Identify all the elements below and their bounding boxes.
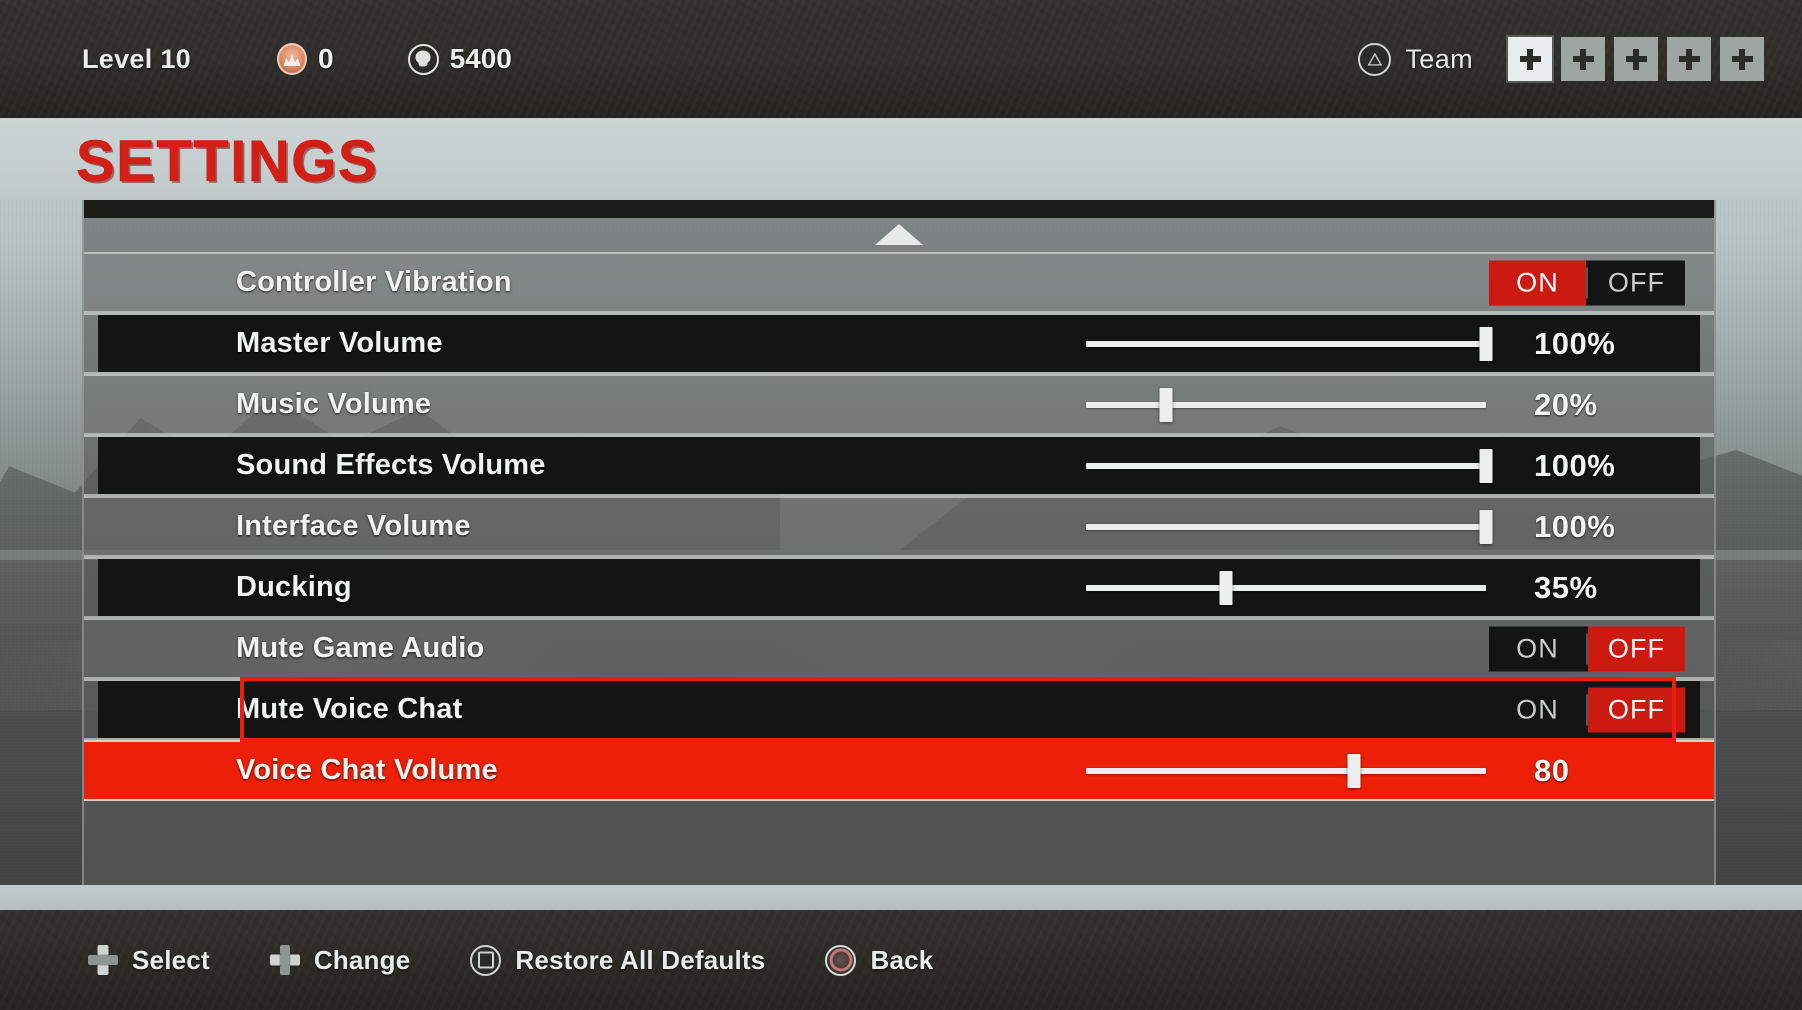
volume-slider[interactable]: [1086, 568, 1486, 608]
playstation-triangle-icon: [1358, 42, 1392, 76]
toggle-option-on[interactable]: ON: [1489, 687, 1586, 732]
settings-panel: Controller Vibration ON OFF Master Volume 10…: [82, 200, 1716, 885]
slider-track[interactable]: [1086, 523, 1486, 530]
volume-slider[interactable]: [1086, 751, 1486, 791]
slider-value: 100%: [1534, 508, 1616, 544]
volume-slider[interactable]: [1086, 324, 1493, 364]
toggle-option-off[interactable]: OFF: [1588, 626, 1685, 671]
slider-track[interactable]: [1086, 401, 1486, 408]
hint-restore-all-defaults[interactable]: Restore All Defaults: [470, 944, 766, 976]
team-slot-2[interactable]: [1561, 37, 1605, 81]
settings-row-sound-effects-volume[interactable]: Sound Effects Volume 100%: [84, 435, 1714, 496]
hud-player-stats: Level 10 0 5400: [82, 0, 512, 118]
hud-team-section: Team: [1358, 0, 1764, 118]
settings-row-list: Controller Vibration ON OFF Master Volume 10…: [84, 252, 1714, 801]
hint-label: Restore All Defaults: [515, 944, 766, 975]
settings-row-mute-game-audio[interactable]: Mute Game Audio ON OFF: [84, 618, 1714, 679]
settings-row-mute-voice-chat[interactable]: Mute Voice Chat ON OFF: [84, 679, 1714, 740]
top-hud-bar: Level 10 0 5400 Team: [0, 0, 1802, 118]
bandit-stat: 0: [276, 43, 334, 75]
slider-knob[interactable]: [1479, 509, 1493, 544]
triangle-glyph: [1367, 52, 1383, 66]
skull-count: 5400: [449, 43, 512, 74]
playstation-circle-icon: [825, 944, 857, 976]
row-label: Interface Volume: [236, 510, 471, 542]
team-slot-1[interactable]: [1508, 37, 1552, 81]
slider-track[interactable]: [1086, 584, 1486, 591]
skull-stat: 5400: [407, 43, 512, 75]
on-off-toggle[interactable]: ON OFF: [1489, 687, 1685, 732]
panel-top-bar: [84, 200, 1714, 218]
toggle-option-on[interactable]: ON: [1489, 626, 1586, 671]
button-hints: Select Change Restore All Defaults Back: [88, 944, 993, 976]
on-off-toggle[interactable]: ON OFF: [1489, 626, 1685, 671]
slider-value: 20%: [1534, 386, 1598, 422]
bandit-count: 0: [317, 43, 334, 74]
footer-hint-bar: Select Change Restore All Defaults Back: [0, 910, 1802, 1010]
dpad-vertical-icon: [88, 945, 118, 975]
hint-label: Back: [870, 944, 934, 975]
row-label: Mute Voice Chat: [236, 693, 463, 725]
row-label: Voice Chat Volume: [236, 754, 498, 786]
slider-knob[interactable]: [1159, 387, 1173, 422]
slider-knob[interactable]: [1347, 753, 1361, 788]
slider-value: 100%: [1534, 447, 1616, 483]
hint-back[interactable]: Back: [825, 944, 934, 976]
dpad-horizontal-icon: [269, 945, 300, 975]
hint-select[interactable]: Select: [88, 945, 210, 976]
footer-light-band: [0, 885, 1802, 910]
hint-label: Select: [132, 944, 210, 975]
settings-row-master-volume[interactable]: Master Volume 100%: [84, 313, 1714, 374]
slider-track[interactable]: [1086, 767, 1486, 774]
on-off-toggle[interactable]: ON OFF: [1489, 260, 1685, 305]
slider-knob[interactable]: [1479, 326, 1493, 361]
team-slot-3[interactable]: [1614, 37, 1658, 81]
hint-label: Change: [313, 944, 411, 975]
hint-change[interactable]: Change: [269, 944, 411, 976]
slider-knob[interactable]: [1479, 448, 1493, 483]
team-slot-4[interactable]: [1667, 37, 1711, 81]
scroll-up-arrow-icon[interactable]: [875, 224, 923, 245]
settings-row-interface-volume[interactable]: Interface Volume 100%: [84, 496, 1714, 557]
settings-row-ducking[interactable]: Ducking 35%: [84, 557, 1714, 618]
team-slot-5[interactable]: [1720, 37, 1764, 81]
row-label: Controller Vibration: [236, 266, 512, 298]
row-label: Master Volume: [236, 327, 443, 359]
playstation-square-icon: [470, 944, 502, 976]
volume-slider[interactable]: [1086, 446, 1493, 486]
slider-value: 80: [1534, 752, 1570, 788]
settings-row-music-volume[interactable]: Music Volume 20%: [84, 374, 1714, 435]
slider-knob[interactable]: [1219, 570, 1233, 605]
slider-value: 35%: [1534, 569, 1598, 605]
row-label: Sound Effects Volume: [236, 449, 546, 481]
row-label: Mute Game Audio: [236, 632, 485, 664]
bandit-icon: [276, 43, 307, 75]
slider-track[interactable]: [1086, 340, 1486, 347]
page-title: SETTINGS: [76, 129, 379, 195]
slider-track[interactable]: [1086, 462, 1486, 469]
player-level-label: Level 10: [82, 43, 191, 74]
settings-row-voice-chat-volume[interactable]: Voice Chat Volume 80: [84, 740, 1714, 801]
slider-value: 100%: [1534, 325, 1616, 361]
team-label: Team: [1405, 43, 1473, 74]
row-label: Music Volume: [236, 388, 432, 420]
skull-icon: [407, 43, 439, 75]
row-label: Ducking: [236, 571, 352, 603]
toggle-option-off[interactable]: OFF: [1588, 687, 1685, 732]
toggle-option-off[interactable]: OFF: [1588, 260, 1685, 305]
volume-slider[interactable]: [1086, 507, 1493, 547]
settings-row-controller-vibration[interactable]: Controller Vibration ON OFF: [84, 252, 1714, 313]
volume-slider[interactable]: [1086, 385, 1486, 425]
toggle-option-on[interactable]: ON: [1489, 260, 1586, 305]
